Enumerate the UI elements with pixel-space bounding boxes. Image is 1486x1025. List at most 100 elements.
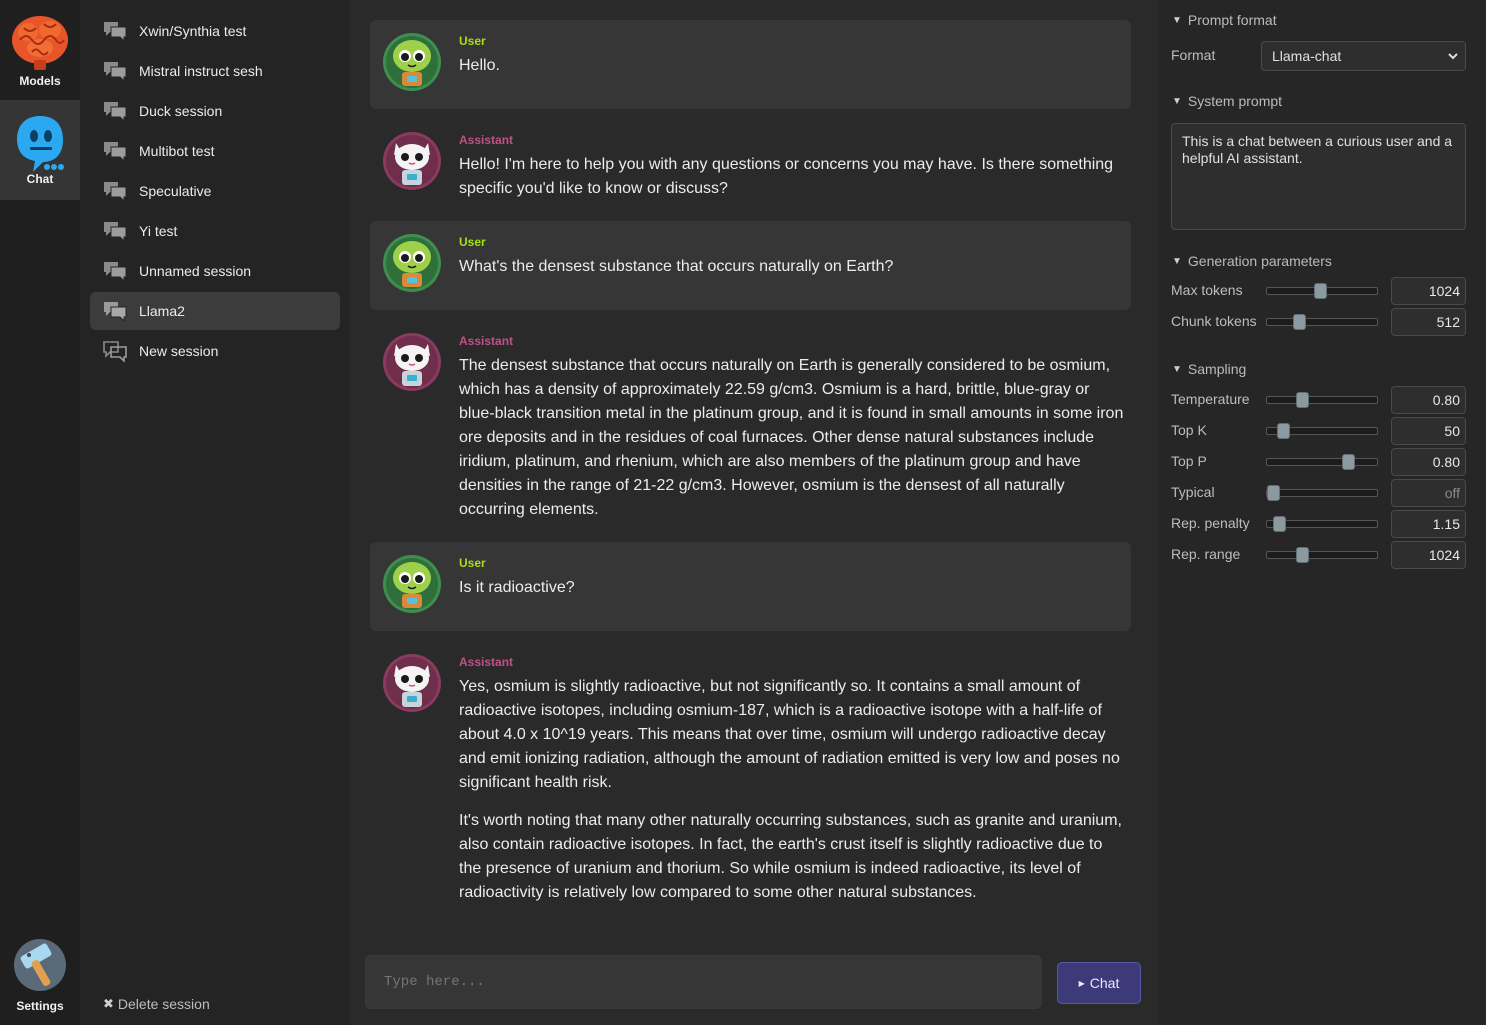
session-list: Xwin/Synthia test Mistral instruct sesh Du… <box>80 0 350 1025</box>
prompt-format-header[interactable]: ▼ Prompt format <box>1172 12 1277 28</box>
message-role: User <box>459 34 486 48</box>
session-item-label: Xwin/Synthia test <box>139 23 247 39</box>
typical-label: Typical <box>1171 484 1215 500</box>
format-select-value: Llama-chat <box>1272 48 1342 64</box>
session-item[interactable]: Yi test <box>90 212 340 250</box>
app-rail: Models Chat Settings <box>0 0 80 1025</box>
chat-nav-button[interactable]: Chat <box>0 100 80 200</box>
typical-input[interactable]: off <box>1391 479 1466 507</box>
speech-bubbles-icon <box>104 62 127 82</box>
assistant-avatar <box>383 132 441 190</box>
caret-down-icon: ▼ <box>1172 255 1182 267</box>
rep-penalty-label: Rep. penalty <box>1171 515 1250 531</box>
message-paragraph: Is it radioactive? <box>459 579 575 596</box>
session-item-label: Multibot test <box>139 143 215 159</box>
temperature-slider[interactable] <box>1266 392 1378 408</box>
sampling-title: Sampling <box>1187 361 1247 377</box>
chat-bot-icon <box>17 116 64 172</box>
prompt-format-title: Prompt format <box>1187 12 1277 28</box>
slider-handle[interactable] <box>1296 547 1309 563</box>
speech-bubbles-icon <box>104 102 127 122</box>
temperature-input[interactable]: 0.80 <box>1391 386 1466 414</box>
top-k-label: Top K <box>1171 422 1207 438</box>
message-paragraph: What's the densest substance that occurs… <box>459 258 894 275</box>
chat-input[interactable] <box>365 955 1042 1009</box>
settings-panel: ▼ Prompt format Format Llama-chat ▼ Syst… <box>1158 0 1486 1025</box>
session-item[interactable]: Mistral instruct sesh <box>90 52 340 90</box>
chunk-tokens-slider[interactable] <box>1266 314 1378 330</box>
chat-send-button[interactable]: ▶ Chat <box>1057 962 1141 1004</box>
message-text: Hello. <box>459 54 1124 78</box>
max-tokens-input[interactable]: 1024 <box>1391 277 1466 305</box>
top-p-input[interactable]: 0.80 <box>1391 448 1466 476</box>
play-icon: ▶ <box>1078 978 1085 988</box>
message-text: Yes, osmium is slightly radioactive, but… <box>459 675 1124 905</box>
message-paragraph: It's worth noting that many other natura… <box>459 812 1122 901</box>
slider-handle[interactable] <box>1342 454 1355 470</box>
delete-session-label: Delete session <box>117 996 210 1012</box>
slider-handle[interactable] <box>1273 516 1286 532</box>
typical-slider[interactable] <box>1266 485 1378 501</box>
message-text: What's the densest substance that occurs… <box>459 255 1124 279</box>
session-item-label: Unnamed session <box>139 263 252 279</box>
assistant-message: Assistant The densest substance that occu… <box>370 320 1131 530</box>
max-tokens-slider[interactable] <box>1266 283 1378 299</box>
rep-penalty-input[interactable]: 1.15 <box>1391 510 1466 538</box>
models-nav-label: Models <box>19 74 61 88</box>
temperature-label: Temperature <box>1171 391 1250 407</box>
session-item[interactable]: Xwin/Synthia test <box>90 12 340 50</box>
settings-nav-button[interactable]: Settings <box>0 935 80 1025</box>
message-role: User <box>459 235 486 249</box>
session-item[interactable]: Multibot test <box>90 132 340 170</box>
speech-bubbles-icon <box>104 262 127 282</box>
system-prompt-header[interactable]: ▼ System prompt <box>1172 93 1282 109</box>
top-k-input[interactable]: 50 <box>1391 417 1466 445</box>
assistant-message: Assistant Yes, osmium is slightly radioac… <box>370 641 1131 911</box>
session-item[interactable]: Llama2 <box>90 292 340 330</box>
message-paragraph: Yes, osmium is slightly radioactive, but… <box>459 678 1120 791</box>
message-role: Assistant <box>459 334 514 348</box>
session-item[interactable]: Duck session <box>90 92 340 130</box>
rep-range-slider[interactable] <box>1266 547 1378 563</box>
session-item[interactable]: Unnamed session <box>90 252 340 290</box>
user-message: User Is it radioactive? <box>370 542 1131 631</box>
session-item[interactable]: New session <box>90 332 340 370</box>
chat-panel: User Hello. Assistant Hello! I'm here to he… <box>350 0 1158 1025</box>
slider-handle[interactable] <box>1277 423 1290 439</box>
generation-parameters-title: Generation parameters <box>1187 253 1332 269</box>
user-avatar <box>383 33 441 91</box>
top-k-slider[interactable] <box>1266 423 1378 439</box>
rep-range-label: Rep. range <box>1171 546 1241 562</box>
chunk-tokens-input[interactable]: 512 <box>1391 308 1466 336</box>
top-p-slider[interactable] <box>1266 454 1378 470</box>
slider-handle[interactable] <box>1293 314 1306 330</box>
generation-parameters-header[interactable]: ▼ Generation parameters <box>1172 253 1332 269</box>
hammer-icon <box>14 939 66 991</box>
speech-bubbles-icon <box>104 182 127 202</box>
system-prompt-textarea[interactable]: This is a chat between a curious user an… <box>1171 123 1466 230</box>
rep-penalty-slider[interactable] <box>1266 516 1378 532</box>
top-p-label: Top P <box>1171 453 1207 469</box>
close-icon: ✖ <box>103 996 114 1011</box>
sampling-header[interactable]: ▼ Sampling <box>1172 361 1246 377</box>
chunk-tokens-label: Chunk tokens <box>1171 313 1257 329</box>
slider-handle[interactable] <box>1267 485 1280 501</box>
message-text: Is it radioactive? <box>459 576 1124 600</box>
caret-down-icon: ▼ <box>1172 14 1182 26</box>
format-select[interactable]: Llama-chat <box>1261 41 1466 71</box>
session-item-label: Duck session <box>139 103 223 119</box>
delete-session-button[interactable]: ✖ Delete session <box>103 996 210 1012</box>
models-nav-button[interactable]: Models <box>0 10 80 110</box>
slider-handle[interactable] <box>1314 283 1327 299</box>
session-item[interactable]: Speculative <box>90 172 340 210</box>
rep-range-input[interactable]: 1024 <box>1391 541 1466 569</box>
message-text: Hello! I'm here to help you with any que… <box>459 153 1124 201</box>
slider-handle[interactable] <box>1296 392 1309 408</box>
settings-nav-label: Settings <box>16 999 64 1013</box>
caret-down-icon: ▼ <box>1172 95 1182 107</box>
session-item-label: Speculative <box>139 183 212 199</box>
caret-down-icon: ▼ <box>1172 363 1182 375</box>
message-paragraph: Hello! I'm here to help you with any que… <box>459 156 1114 197</box>
session-item-label: Yi test <box>139 223 178 239</box>
message-text: The densest substance that occurs natura… <box>459 354 1124 522</box>
